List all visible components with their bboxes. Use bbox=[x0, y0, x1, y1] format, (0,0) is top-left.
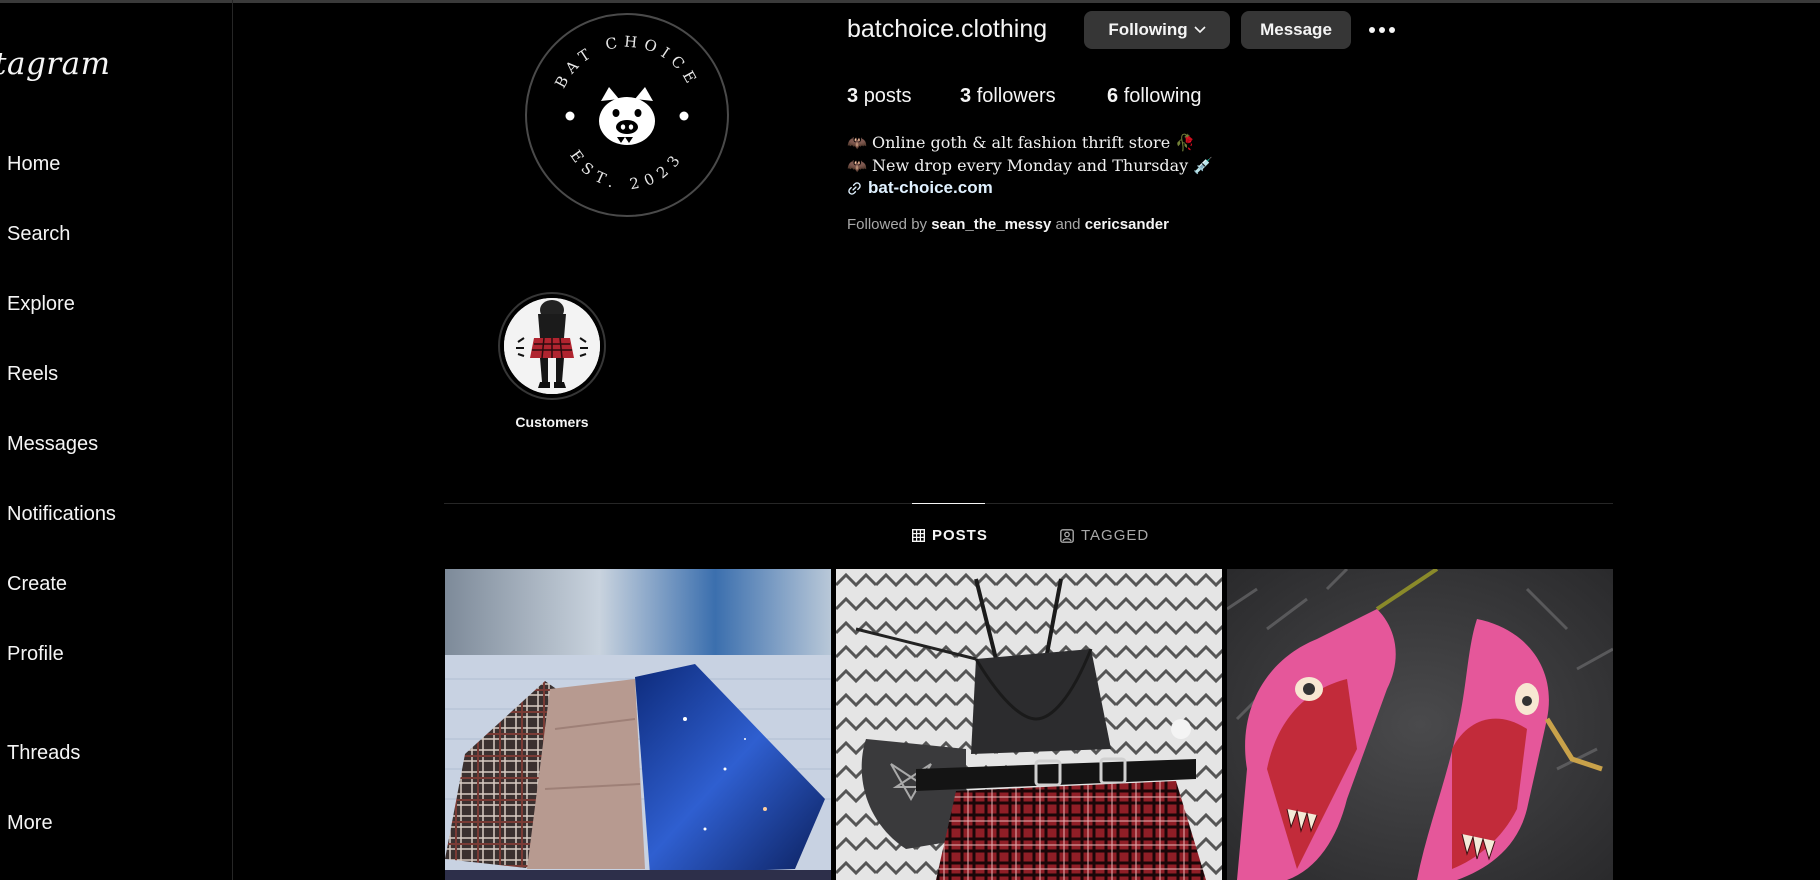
stat-following[interactable]: 6 following bbox=[1107, 85, 1202, 108]
following-label: following bbox=[1123, 85, 1202, 107]
tab-tagged-label: TAGGED bbox=[1081, 527, 1150, 544]
sidebar-item-search[interactable]: Search bbox=[7, 223, 70, 246]
tabs-divider bbox=[444, 503, 1613, 504]
stat-followers[interactable]: 3 followers bbox=[960, 85, 1056, 108]
grid-icon bbox=[912, 529, 925, 542]
sidebar: tagram Home Search Explore Reels Message… bbox=[0, 0, 233, 880]
profile-avatar[interactable]: BAT CHOICE EST. 2023 bbox=[525, 13, 729, 217]
sidebar-item-home[interactable]: Home bbox=[7, 153, 60, 176]
link-icon bbox=[847, 181, 862, 196]
sidebar-item-reels[interactable]: Reels bbox=[7, 363, 58, 386]
posts-label: posts bbox=[863, 85, 912, 107]
highlight-cover-image bbox=[504, 298, 600, 394]
followers-label: followers bbox=[976, 85, 1056, 107]
post-thumbnail-skirts[interactable] bbox=[445, 569, 831, 880]
highlight-label: Customers bbox=[515, 414, 589, 430]
tab-tagged[interactable]: TAGGED bbox=[1060, 527, 1149, 544]
posts-count: 3 bbox=[847, 85, 859, 107]
sidebar-item-notifications[interactable]: Notifications bbox=[7, 503, 116, 526]
bio-link[interactable]: bat-choice.com bbox=[868, 178, 993, 198]
tagged-icon bbox=[1060, 528, 1074, 543]
more-options-icon[interactable] bbox=[1366, 14, 1398, 46]
following-count: 6 bbox=[1107, 85, 1119, 107]
instagram-logo[interactable]: tagram bbox=[0, 46, 110, 82]
profile-username: batchoice.clothing bbox=[847, 15, 1048, 43]
post-thumbnail-goth-outfit[interactable] bbox=[836, 569, 1222, 880]
following-button[interactable]: Following bbox=[1084, 11, 1230, 49]
active-tab-indicator bbox=[912, 503, 985, 504]
sidebar-item-more[interactable]: More bbox=[7, 812, 53, 835]
chevron-down-icon bbox=[1194, 26, 1206, 34]
post-thumbnail-zombie-heels[interactable] bbox=[1227, 569, 1613, 880]
followed-by-prefix: Followed by bbox=[847, 216, 928, 233]
bio-line-2: 🦇 New drop every Monday and Thursday 💉 bbox=[847, 156, 1214, 175]
story-highlight-customers[interactable] bbox=[498, 292, 606, 400]
bio-link-row: bat-choice.com bbox=[847, 178, 993, 198]
stat-posts: 3 posts bbox=[847, 85, 912, 108]
followed-by-user-1[interactable]: sean_the_messy bbox=[931, 216, 1051, 233]
window-top-border bbox=[0, 0, 1820, 3]
followed-by-user-2[interactable]: cericsander bbox=[1085, 216, 1169, 233]
tab-posts[interactable]: POSTS bbox=[912, 527, 988, 544]
sidebar-item-create[interactable]: Create bbox=[7, 573, 67, 596]
tab-posts-label: POSTS bbox=[932, 527, 988, 544]
followed-by-and: and bbox=[1055, 216, 1081, 233]
sidebar-item-explore[interactable]: Explore bbox=[7, 293, 75, 316]
following-button-label: Following bbox=[1108, 20, 1188, 39]
message-button[interactable]: Message bbox=[1241, 11, 1351, 49]
followers-count: 3 bbox=[960, 85, 972, 107]
sidebar-item-messages[interactable]: Messages bbox=[7, 433, 98, 456]
sidebar-item-profile[interactable]: Profile bbox=[7, 643, 64, 666]
sidebar-item-threads[interactable]: Threads bbox=[7, 742, 80, 765]
bio-line-1: 🦇 Online goth & alt fashion thrift store… bbox=[847, 133, 1196, 152]
followed-by[interactable]: Followed by sean_the_messy and cericsand… bbox=[847, 216, 1169, 233]
